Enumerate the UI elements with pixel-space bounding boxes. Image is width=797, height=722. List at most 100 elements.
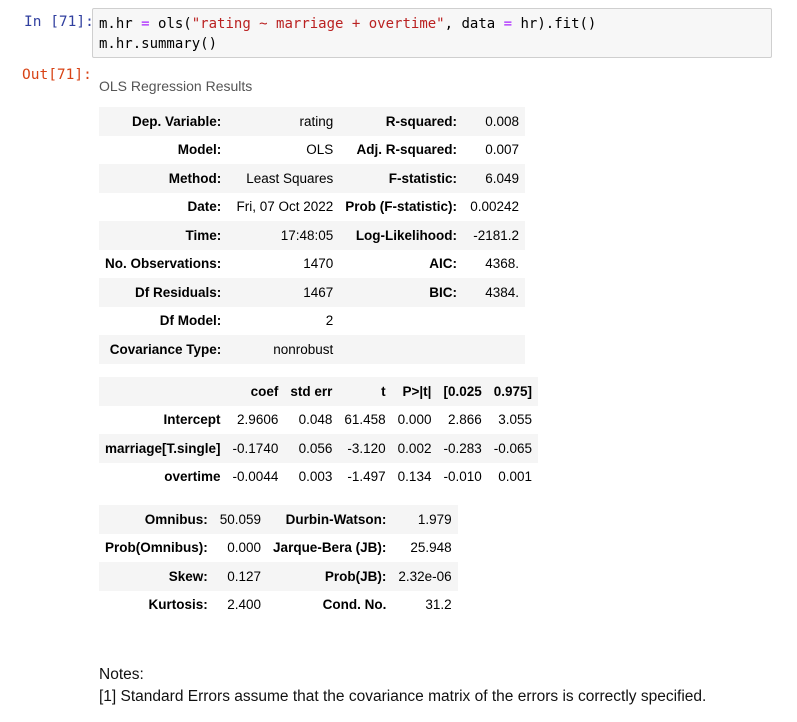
- table-cell: 2.866: [437, 405, 488, 434]
- stat-label: Prob(Omnibus):: [99, 533, 214, 562]
- table-cell: 61.458: [338, 405, 392, 434]
- stat-value: 0.007: [463, 135, 526, 164]
- table-row: Df Model: 2: [99, 306, 526, 335]
- stat-value: 2: [227, 306, 340, 335]
- table-cell: 0.134: [391, 462, 438, 491]
- stat-value: OLS: [227, 135, 340, 164]
- stat-label: [339, 306, 464, 335]
- code-line-2[interactable]: m.hr.summary(): [99, 36, 217, 52]
- stat-value: 50.059: [213, 505, 268, 534]
- code-token: hr).fit(): [512, 16, 597, 32]
- table-cell: -3.120: [338, 434, 392, 463]
- stat-value: 25.948: [392, 533, 458, 562]
- notes-line-1: [1] Standard Errors assume that the cova…: [99, 688, 707, 705]
- table-header-row: coef std err t P>|t| [0.025 0.975]: [99, 377, 539, 406]
- table-cell: 0.001: [487, 462, 539, 491]
- row-label: marriage[T.single]: [99, 434, 227, 463]
- table-row: Omnibus: 50.059 Durbin-Watson: 1.979: [99, 505, 458, 534]
- coef-table: coef std err t P>|t| [0.025 0.975] Intercept 2.…: [99, 377, 539, 491]
- column-header: 0.975]: [487, 377, 539, 406]
- table-row: Date: Fri, 07 Oct 2022 Prob (F-statistic):…: [99, 192, 526, 221]
- table-row: Kurtosis: 2.400 Cond. No. 31.2: [99, 590, 458, 619]
- table-cell: -0.283: [437, 434, 488, 463]
- table-row: Dep. Variable: rating R-squared: 0.008: [99, 107, 526, 136]
- stat-value: 31.2: [392, 590, 458, 619]
- stat-label: Df Residuals:: [99, 278, 228, 307]
- table-cell: 0.000: [391, 405, 438, 434]
- stat-label: Skew:: [99, 562, 214, 591]
- table-cell: 0.003: [284, 462, 339, 491]
- stat-label: Kurtosis:: [99, 590, 214, 619]
- table-row: Intercept 2.9606 0.048 61.458 0.000 2.866 3.05…: [99, 405, 539, 434]
- table-row: No. Observations: 1470 AIC: 4368.: [99, 249, 526, 278]
- stat-value: 1.979: [392, 505, 458, 534]
- code-token: =: [141, 16, 150, 32]
- stat-value: 2.32e-06: [392, 562, 458, 591]
- stat-value: 0.00242: [463, 192, 526, 221]
- column-header: [0.025: [437, 377, 488, 406]
- table-row: marriage[T.single] -0.1740 0.056 -3.120 0.00…: [99, 434, 539, 463]
- column-header: t: [338, 377, 392, 406]
- stat-value: nonrobust: [227, 335, 340, 364]
- stat-value: rating: [227, 107, 340, 136]
- stat-value: 6.049: [463, 164, 526, 193]
- table-row: Covariance Type: nonrobust: [99, 335, 526, 364]
- code-token: m.hr: [99, 16, 142, 32]
- table-row: Prob(Omnibus): 0.000 Jarque-Bera (JB): 25.9…: [99, 533, 458, 562]
- table-cell: 3.055: [487, 405, 539, 434]
- stat-label: F-statistic:: [339, 164, 464, 193]
- diagnostics-table: Omnibus: 50.059 Durbin-Watson: 1.979 Prob(Om…: [99, 505, 458, 619]
- stat-label: [339, 335, 464, 364]
- table-cell: 0.056: [284, 434, 339, 463]
- notes-heading: Notes:: [99, 666, 144, 683]
- row-label: overtime: [99, 462, 227, 491]
- table-cell: -0.1740: [226, 434, 285, 463]
- stat-label: Omnibus:: [99, 505, 214, 534]
- stat-label: Durbin-Watson:: [267, 505, 393, 534]
- table-row: Skew: 0.127 Prob(JB): 2.32e-06: [99, 562, 458, 591]
- stat-label: No. Observations:: [99, 249, 228, 278]
- row-label: Intercept: [99, 405, 227, 434]
- table-cell: -0.065: [487, 434, 539, 463]
- code-line-1[interactable]: m.hr = ols("rating ~ marriage + overtime…: [99, 16, 596, 32]
- output-title: OLS Regression Results: [99, 78, 253, 94]
- stat-label: Jarque-Bera (JB):: [267, 533, 393, 562]
- stat-label: AIC:: [339, 249, 464, 278]
- stat-value: 4368.: [463, 249, 526, 278]
- table-row: Df Residuals: 1467 BIC: 4384.: [99, 278, 526, 307]
- code-token: "rating ~ marriage + overtime": [191, 16, 445, 32]
- stat-label: R-squared:: [339, 107, 464, 136]
- stat-value: 1467: [227, 278, 340, 307]
- code-cell[interactable]: m.hr = ols("rating ~ marriage + overtime…: [92, 8, 772, 58]
- input-prompt: In [71]:: [24, 14, 94, 30]
- stat-value: 0.000: [213, 533, 268, 562]
- stat-label: Cond. No.: [267, 590, 393, 619]
- stat-label: Dep. Variable:: [99, 107, 228, 136]
- notes: Notes: [1] Standard Errors assume that t…: [99, 664, 706, 708]
- code-token: =: [503, 16, 513, 32]
- table-cell: 2.9606: [226, 405, 285, 434]
- table-cell: 0.002: [391, 434, 438, 463]
- table-cell: -0.010: [437, 462, 488, 491]
- stat-value: 1470: [227, 249, 340, 278]
- column-header: coef: [226, 377, 285, 406]
- table-cell: -1.497: [338, 462, 392, 491]
- stat-value: 0.008: [463, 107, 526, 136]
- stat-label: Method:: [99, 164, 228, 193]
- table-row: overtime -0.0044 0.003 -1.497 0.134 -0.010 0.0…: [99, 462, 539, 491]
- stat-label: BIC:: [339, 278, 464, 307]
- table-cell: 0.048: [284, 405, 339, 434]
- table-row: Time: 17:48:05 Log-Likelihood: -2181.2: [99, 221, 526, 250]
- summary-table: Dep. Variable: rating R-squared: 0.008 Model…: [99, 107, 526, 364]
- stat-label: Adj. R-squared:: [339, 135, 464, 164]
- stat-label: Covariance Type:: [99, 335, 228, 364]
- stat-label: Df Model:: [99, 306, 228, 335]
- column-header: [99, 377, 227, 406]
- stat-label: Prob(JB):: [267, 562, 393, 591]
- table-cell: -0.0044: [226, 462, 285, 491]
- stat-label: Log-Likelihood:: [339, 221, 464, 250]
- stat-value: [463, 306, 526, 335]
- stat-value: 4384.: [463, 278, 526, 307]
- output-prompt: Out[71]:: [22, 67, 92, 83]
- code-token: ols(: [149, 16, 192, 32]
